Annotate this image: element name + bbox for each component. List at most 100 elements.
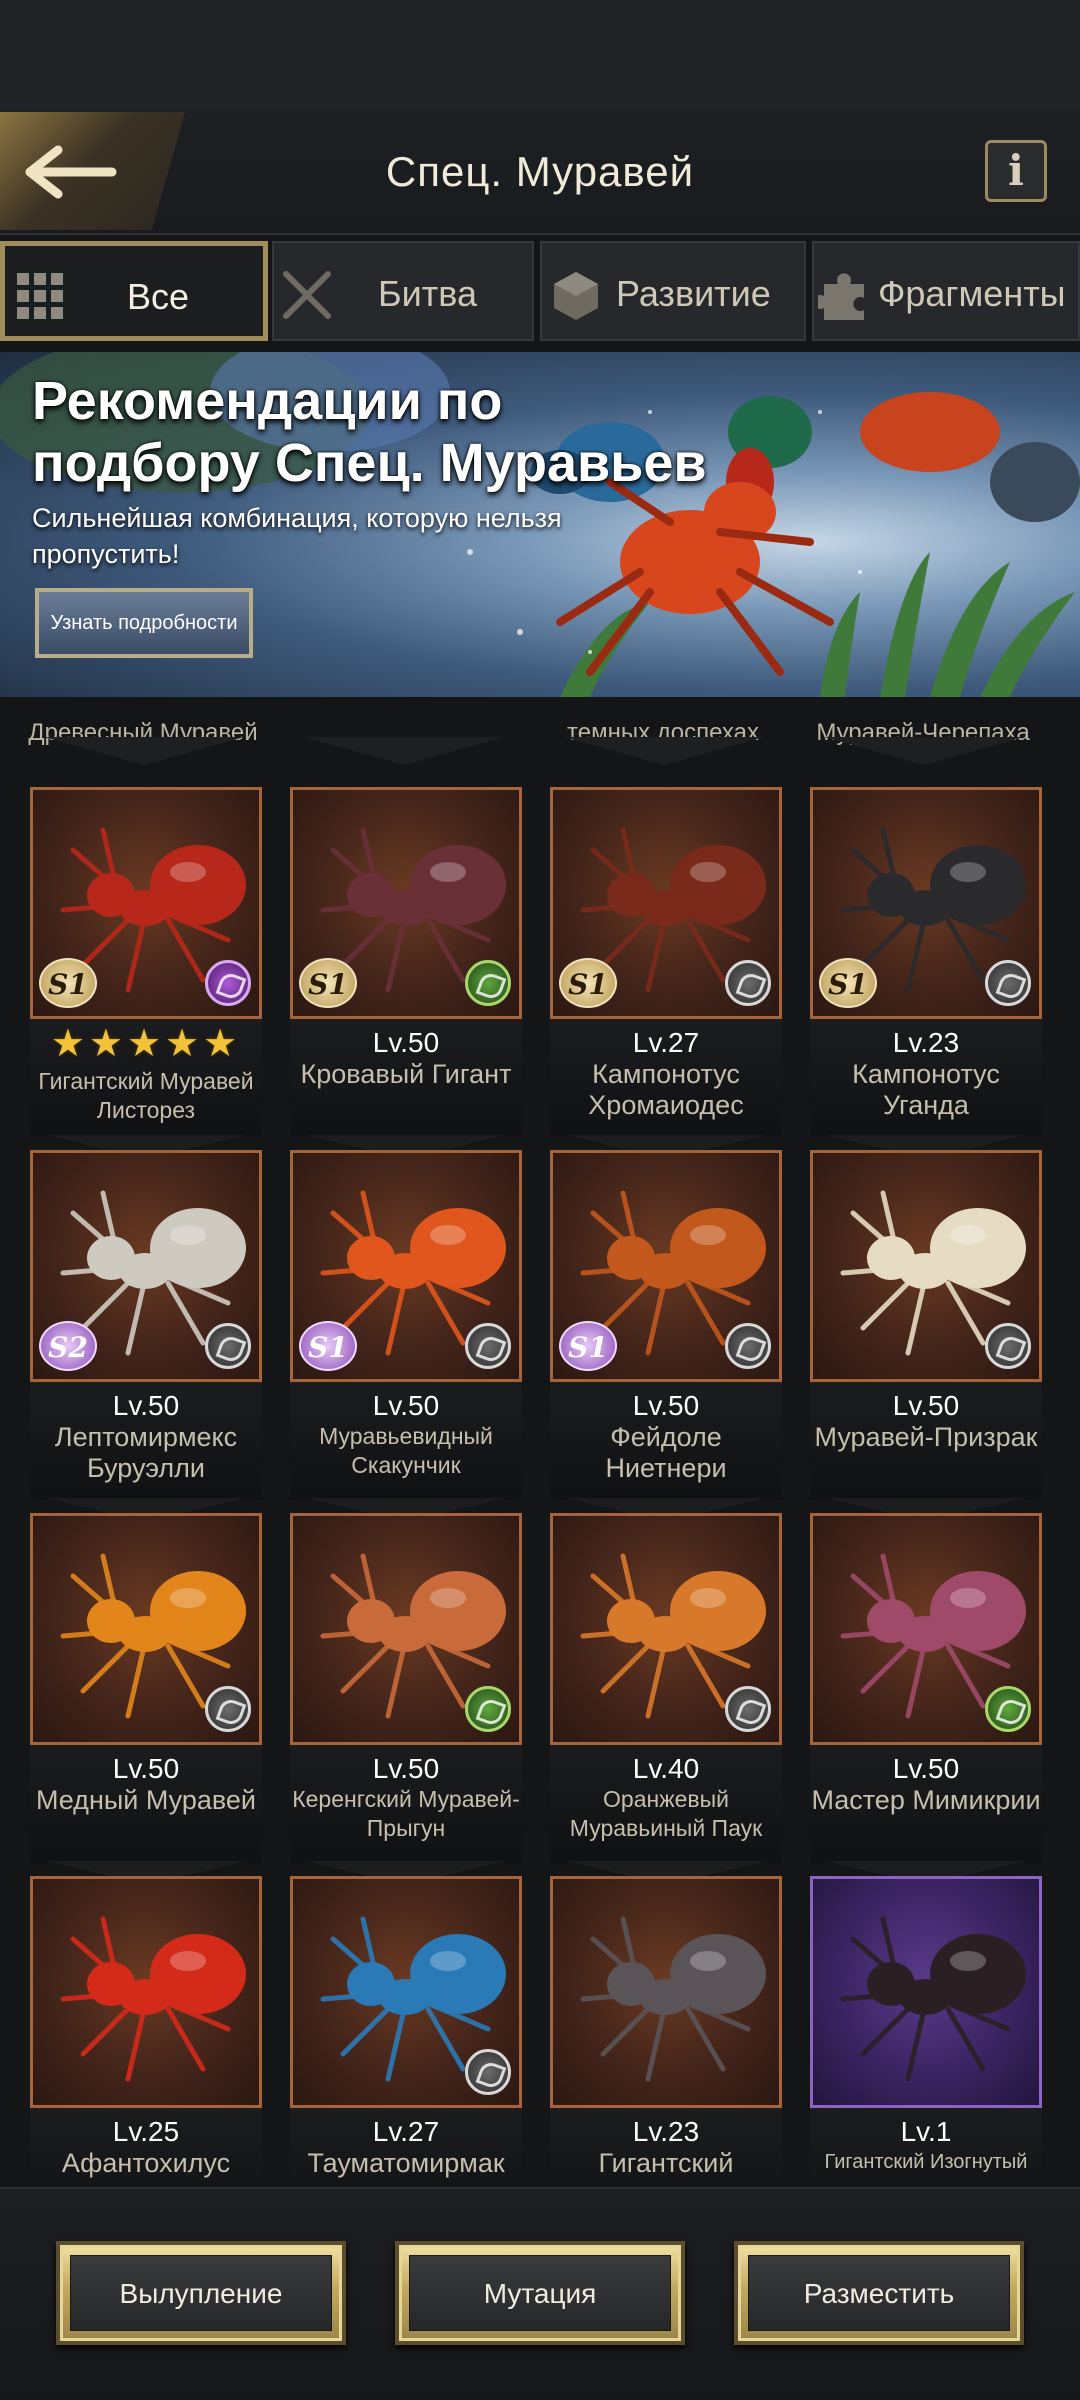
ant-image xyxy=(580,1916,766,2082)
claw-icon xyxy=(725,1686,771,1732)
ant-card[interactable]: Lv.1 Гигантский Изогнутый xyxy=(810,1876,1042,2187)
claw-icon xyxy=(725,1323,771,1369)
deploy-button[interactable]: Разместить xyxy=(734,2241,1024,2345)
ant-level: Lv.50 xyxy=(892,1390,960,1421)
tab-development[interactable]: Развитие xyxy=(540,241,806,341)
ant-level: Lv.1 xyxy=(900,2116,952,2147)
ant-portrait: S1 xyxy=(810,787,1042,1019)
card-chevron xyxy=(44,737,244,765)
rank-badge: S1 xyxy=(39,958,97,1008)
ant-level: Lv.50 xyxy=(632,1390,700,1421)
ant-level: Lv.40 xyxy=(632,1753,700,1784)
ant-level: Lv.50 xyxy=(372,1390,440,1421)
banner-subtitle: Сильнейшая комбинация, которую нельзя пр… xyxy=(32,503,562,569)
ant-level: Lv.23 xyxy=(632,2116,700,2147)
ant-portrait: S1 xyxy=(30,787,262,1019)
ant-level: Lv.50 xyxy=(112,1753,180,1784)
ant-portrait xyxy=(810,1150,1042,1382)
claw-icon xyxy=(985,960,1031,1006)
crossed-swords-icon xyxy=(283,271,331,319)
tab-battle-label: Битва xyxy=(378,273,477,314)
banner-title-line1: Рекомендации по xyxy=(32,371,503,431)
ant-level: Lv.50 xyxy=(372,1027,440,1058)
ant-card[interactable]: S1 ★★★★★ Гигантский Муравей Листорез xyxy=(30,787,262,1159)
rank-badge: S2 xyxy=(39,1321,97,1371)
claw-icon xyxy=(205,1686,251,1732)
leaf-icon xyxy=(985,1686,1031,1732)
banner-title-line2: подбору Спец. Муравьев xyxy=(32,433,707,493)
ant-card[interactable]: Lv.40 Оранжевый Муравьиный Паук xyxy=(550,1513,782,1885)
deploy-button-label: Разместить xyxy=(748,2255,1010,2331)
shell-icon xyxy=(205,1323,251,1369)
ant-card[interactable]: Lv.23 Гигантский xyxy=(550,1876,782,2187)
ant-image xyxy=(60,1916,246,2082)
tab-fragments[interactable]: Фрагменты xyxy=(812,241,1080,341)
ant-name: Кампонотус Хромаиодес xyxy=(588,1059,744,1120)
ant-grid[interactable]: Древесный Муравей темных доспехах Мураве… xyxy=(0,697,1080,2187)
info-button[interactable]: i xyxy=(985,140,1047,202)
rank-badge: S1 xyxy=(559,1321,617,1371)
ant-image xyxy=(840,1916,1026,2082)
ant-portrait xyxy=(290,1513,522,1745)
ant-name: Медный Муравей xyxy=(35,1785,257,1815)
ant-card[interactable]: S1 Lv.50 Муравьевидный Скакунчик xyxy=(290,1150,522,1522)
ant-portrait xyxy=(810,1513,1042,1745)
card-chevron xyxy=(564,737,764,765)
ant-name: Гигантский Муравей Листорез xyxy=(38,1068,254,1123)
ant-portrait xyxy=(290,1876,522,2108)
rank-badge: S1 xyxy=(299,1321,357,1371)
status-bar xyxy=(0,0,1080,110)
banner-ant-red-right xyxy=(860,392,1080,522)
shell-icon xyxy=(985,1323,1031,1369)
claw-icon xyxy=(465,2049,511,2095)
recommendation-banner[interactable]: Рекомендации по подбору Спец. Муравьев С… xyxy=(0,352,1080,697)
ant-name: Мастер Мимикрии xyxy=(811,1785,1041,1815)
rank-badge: S1 xyxy=(819,958,877,1008)
ant-name: Оранжевый Муравьиный Паук xyxy=(569,1786,763,1841)
ant-card[interactable]: S1 Lv.50 Кровавый Гигант xyxy=(290,787,522,1159)
ant-card[interactable]: S2 Lv.50 Лептомирмекс Буруэлли xyxy=(30,1150,262,1522)
ant-card[interactable]: Lv.50 Мастер Мимикрии xyxy=(810,1513,1042,1885)
ant-card[interactable]: S1 Lv.50 Фейдоле Ниетнери xyxy=(550,1150,782,1522)
rank-badge: S1 xyxy=(299,958,357,1008)
ant-card[interactable]: Lv.50 Керенгский Муравей-Прыгун xyxy=(290,1513,522,1885)
ant-portrait xyxy=(550,1513,782,1745)
card-chevron xyxy=(304,737,504,765)
tab-all-label: Все xyxy=(127,276,190,317)
ant-name: Гигантский Изогнутый xyxy=(824,2151,1028,2173)
ant-portrait: S1 xyxy=(290,1150,522,1382)
mutation-button[interactable]: Мутация xyxy=(395,2241,685,2345)
leaf-icon xyxy=(205,960,251,1006)
ant-name: Кровавый Гигант xyxy=(300,1059,512,1089)
ant-level: Lv.27 xyxy=(632,1027,700,1058)
ant-name: Муравей-Призрак xyxy=(814,1422,1038,1452)
ant-portrait: S1 xyxy=(290,787,522,1019)
ant-card[interactable]: Lv.25 Афантохилус xyxy=(30,1876,262,2187)
learn-more-button[interactable]: Узнать подробности xyxy=(35,588,253,658)
bottom-action-bar: Вылупление Мутация Разместить xyxy=(0,2187,1080,2400)
ant-name: Лептомирмекс Буруэлли xyxy=(54,1422,238,1483)
tab-development-label: Развитие xyxy=(616,273,771,314)
ant-name: Афантохилус xyxy=(61,2148,231,2178)
page-title: Спец. Муравей xyxy=(385,148,695,195)
puzzle-icon xyxy=(818,273,864,320)
hatch-button[interactable]: Вылупление xyxy=(56,2241,346,2345)
tab-battle[interactable]: Битва xyxy=(272,241,534,341)
ant-level: Lv.50 xyxy=(112,1390,180,1421)
ant-card[interactable]: S1 Lv.27 Кампонотус Хромаиодес xyxy=(550,787,782,1159)
tab-all[interactable]: Все xyxy=(0,241,268,341)
ant-portrait: S2 xyxy=(30,1150,262,1382)
ant-portrait: S1 xyxy=(550,787,782,1019)
ant-card[interactable]: Lv.50 Муравей-Призрак xyxy=(810,1150,1042,1522)
ant-card[interactable]: Lv.27 Тауматомирмак xyxy=(290,1876,522,2187)
ant-level: Lv.50 xyxy=(372,1753,440,1784)
ant-name: Кампонотус Уганда xyxy=(852,1059,1000,1120)
ant-portrait xyxy=(30,1876,262,2108)
ant-name: Гигантский xyxy=(598,2148,734,2178)
ant-name: Керенгский Муравей-Прыгун xyxy=(292,1786,520,1841)
ant-card[interactable]: S1 Lv.23 Кампонотус Уганда xyxy=(810,787,1042,1159)
ant-card[interactable]: Lv.50 Медный Муравей xyxy=(30,1513,262,1885)
ant-name: Тауматомирмак xyxy=(307,2148,505,2178)
ant-level: Lv.50 xyxy=(892,1753,960,1784)
mutation-button-label: Мутация xyxy=(409,2255,671,2331)
